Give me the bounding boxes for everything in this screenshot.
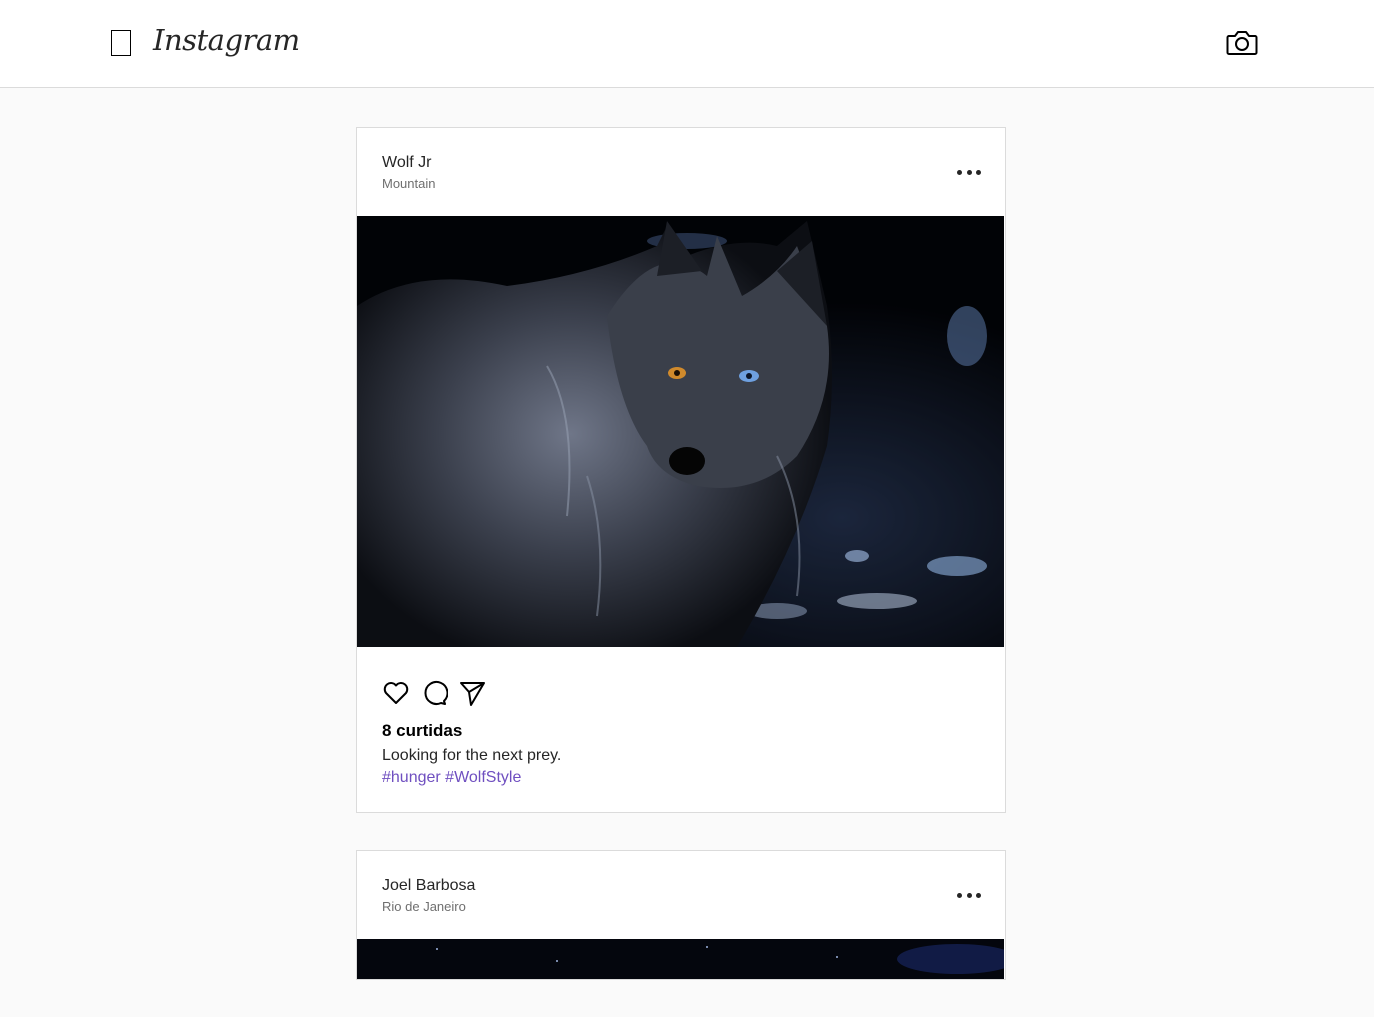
heart-icon[interactable] [382,679,410,707]
post-caption: Looking for the next prey. [382,747,562,764]
menu-icon[interactable] [111,30,131,56]
hashtag-link[interactable]: #hunger [382,769,441,786]
post-actions-bar [357,647,1005,721]
post-image-night-sky[interactable] [357,939,1004,979]
hashtag-link[interactable]: #WolfStyle [445,769,521,786]
post-username[interactable]: Wolf Jr [382,154,431,172]
post-card: Wolf Jr Mountain 8 curtidas Looking for … [356,127,1006,813]
post-caption-block: 8 curtidas Looking for the next prey. #h… [357,721,1005,812]
post-image-wolf[interactable] [357,216,1004,647]
feed: Wolf Jr Mountain 8 curtidas Looking for … [356,127,1006,1017]
post-hashtags: #hunger #WolfStyle [382,769,521,787]
send-icon[interactable] [458,679,486,707]
instagram-logo[interactable]: Instagram [153,20,300,60]
more-options-icon[interactable] [957,166,981,178]
more-options-icon[interactable] [957,889,981,901]
top-navigation-bar: Instagram [0,0,1374,88]
post-username[interactable]: Joel Barbosa [382,877,475,895]
post-card: Joel Barbosa Rio de Janeiro [356,850,1006,980]
comment-icon[interactable] [420,679,448,707]
post-location[interactable]: Mountain [382,176,435,191]
post-location[interactable]: Rio de Janeiro [382,899,466,914]
post-header: Wolf Jr Mountain [357,128,1005,216]
camera-icon[interactable] [1226,27,1258,57]
post-header: Joel Barbosa Rio de Janeiro [357,851,1005,939]
like-count[interactable]: 8 curtidas [382,721,462,741]
